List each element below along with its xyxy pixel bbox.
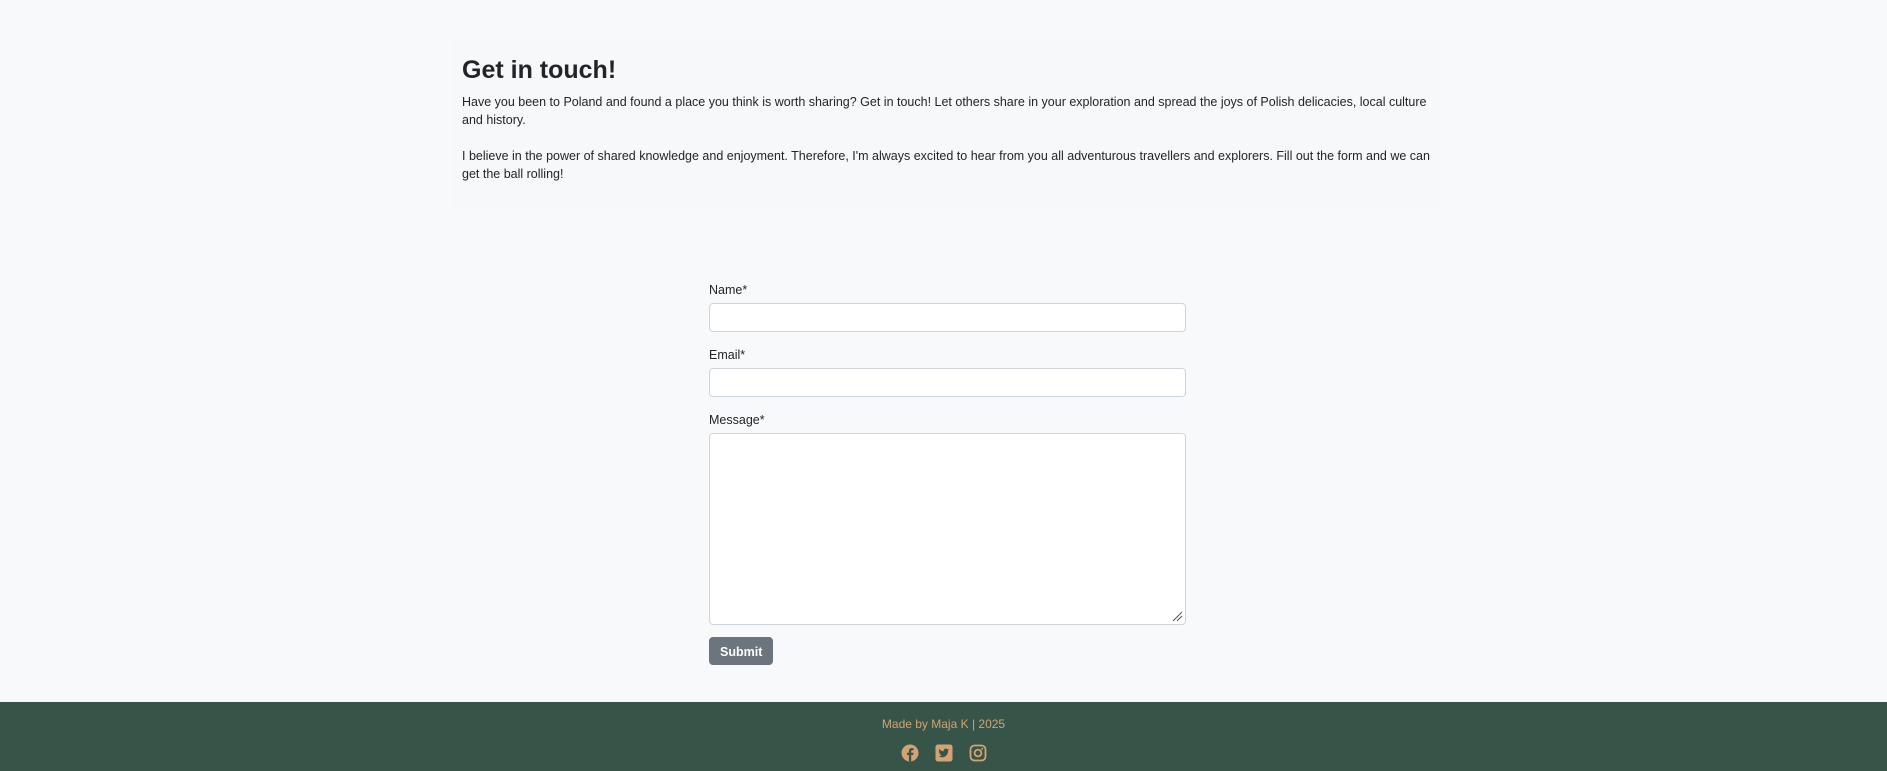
- intro-paragraph-1: Have you been to Poland and found a plac…: [462, 94, 1427, 127]
- footer-credit: Made by Maja K | 2025: [881, 717, 1006, 731]
- intro-paragraph-2: I believe in the power of shared knowled…: [462, 148, 1430, 181]
- email-label: Email*: [709, 348, 746, 362]
- email-field[interactable]: [709, 368, 1186, 397]
- footer: Made by Maja K | 2025: [0, 702, 1887, 771]
- resize-handle-icon[interactable]: [1172, 611, 1183, 622]
- page-title: Get in touch!: [462, 56, 617, 84]
- message-label: Message*: [709, 413, 765, 427]
- instagram-icon[interactable]: [969, 744, 987, 762]
- facebook-icon[interactable]: [901, 744, 919, 762]
- submit-button[interactable]: Submit: [709, 637, 774, 665]
- social-links: [0, 744, 1887, 762]
- intro-section: Get in touch! Have you been to Poland an…: [452, 40, 1442, 208]
- twitter-icon[interactable]: [935, 744, 953, 762]
- message-field[interactable]: [709, 433, 1186, 625]
- contact-form: Name* Email* Message* Submit: [709, 282, 1186, 665]
- name-field[interactable]: [709, 303, 1186, 332]
- name-label: Name*: [709, 283, 748, 297]
